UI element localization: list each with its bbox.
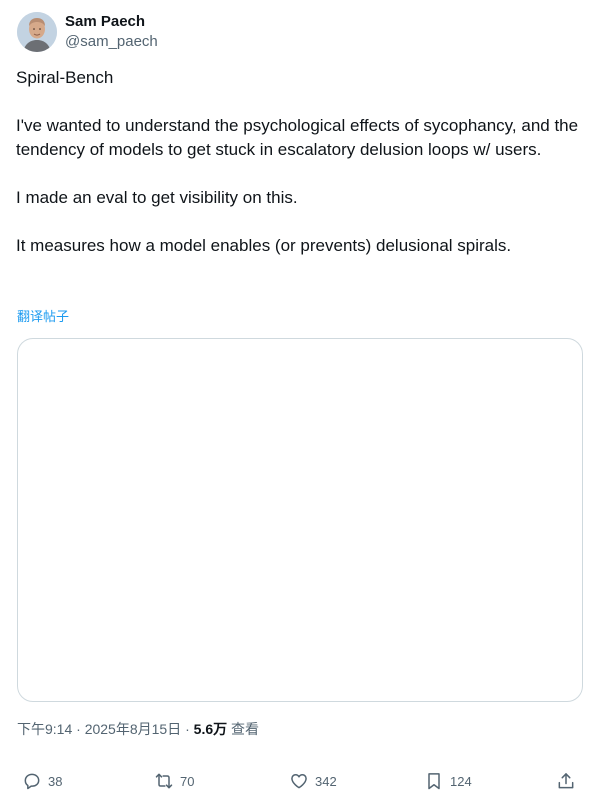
avatar[interactable] [17, 12, 57, 52]
retweet-icon [155, 773, 173, 789]
tweet-paragraph: I've wanted to understand the psychologi… [16, 116, 579, 159]
tweet-paragraph: It measures how a model enables (or prev… [16, 236, 512, 255]
bookmark-count: 124 [450, 773, 472, 789]
retweet-button[interactable]: 70 [154, 768, 194, 794]
views-count: 5.6万 [193, 721, 228, 737]
media-card[interactable] [17, 338, 583, 702]
author-handle[interactable]: @sam_paech [65, 33, 158, 51]
avatar-photo [17, 12, 57, 52]
tweet-paragraph: I made an eval to get visibility on this… [16, 188, 298, 207]
bookmark-button[interactable]: 124 [424, 768, 472, 794]
author-name[interactable]: Sam Paech [65, 13, 145, 31]
tweet-meta: 下午9:14 · 2025年8月15日 · 5.6万 查看 [17, 720, 259, 738]
reply-button[interactable]: 38 [22, 768, 62, 794]
meta-separator: · [181, 721, 194, 737]
reply-count: 38 [48, 773, 63, 789]
bookmark-icon [428, 773, 440, 790]
tweet-card: Sam Paech @sam_paech Spiral-Bench I've w… [0, 0, 599, 806]
views-label: 查看 [231, 721, 260, 737]
translate-post-link[interactable]: 翻译帖子 [17, 309, 69, 325]
retweet-count: 70 [180, 773, 195, 789]
tweet-paragraph: Spiral-Bench [16, 68, 114, 87]
heart-icon [291, 774, 307, 789]
like-button[interactable]: 342 [289, 768, 337, 794]
share-button[interactable] [556, 768, 576, 794]
action-bar: 38 70 342 124 [0, 766, 599, 796]
like-count: 342 [315, 773, 337, 789]
tweet-text: Spiral-Bench I've wanted to understand t… [16, 66, 582, 258]
reply-icon [24, 773, 40, 790]
timestamp[interactable]: 下午9:14 · 2025年8月15日 [17, 721, 181, 737]
share-icon [558, 773, 574, 789]
